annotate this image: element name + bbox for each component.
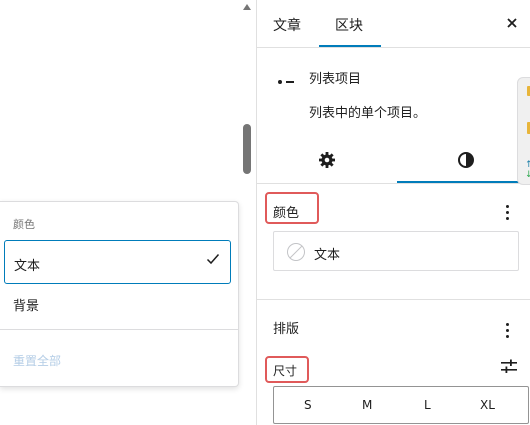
typography-section-label: 排版 (273, 322, 300, 337)
active-tab-indicator (319, 45, 381, 47)
block-card: 列表项目 列表中的单个项目。 (257, 48, 530, 138)
list-item-icon (277, 72, 295, 91)
sidebar-tabs: 文章 区块 (257, 0, 530, 48)
scrollbar-thumb[interactable] (243, 124, 251, 174)
popover-item-text[interactable]: 文本 (4, 240, 231, 284)
size-option-l[interactable]: L (424, 398, 431, 412)
size-option-s[interactable]: S (304, 398, 312, 412)
tab-block[interactable]: 区块 (335, 15, 363, 35)
close-icon[interactable] (505, 15, 519, 34)
settings-sidebar: 文章 区块 列表项目 列表中的单个项目。 颜色 文本 排版 尺寸 S M L X… (256, 0, 530, 425)
settings-style-tabs (257, 138, 530, 184)
popover-heading: 颜色 (13, 218, 35, 231)
divider (0, 329, 238, 330)
styles-icon[interactable] (457, 151, 475, 173)
active-style-tab-indicator (397, 181, 530, 183)
sliders-icon[interactable] (501, 358, 517, 377)
arrow-down-icon: ↓ (525, 170, 530, 180)
popover-item-background[interactable]: 背景 (13, 295, 39, 314)
floating-toolbar-edge: ↑ ↓ (517, 77, 530, 185)
text-color-button[interactable]: 文本 (273, 231, 519, 271)
block-description: 列表中的单个项目。 (309, 106, 427, 121)
font-size-picker: S M L XL (273, 386, 529, 424)
check-icon (205, 251, 221, 271)
editor-canvas: 颜色 文本 背景 重置全部 (0, 0, 256, 425)
more-options-icon[interactable] (506, 205, 510, 223)
no-color-swatch-icon (286, 242, 306, 266)
size-option-m[interactable]: M (362, 398, 372, 412)
highlight-box (265, 192, 319, 224)
text-color-label: 文本 (314, 248, 341, 263)
size-option-xl[interactable]: XL (480, 398, 495, 412)
highlight-box (265, 356, 309, 383)
color-panel: 颜色 文本 (257, 184, 530, 300)
block-title: 列表项目 (309, 72, 362, 87)
scroll-up-arrow[interactable] (243, 4, 251, 10)
gear-icon[interactable] (318, 151, 336, 173)
more-options-icon[interactable] (506, 323, 510, 341)
arrow-up-icon: ↑ (525, 160, 530, 170)
reset-all-button[interactable]: 重置全部 (13, 352, 61, 369)
typography-panel: 排版 尺寸 S M L XL (257, 300, 530, 425)
tab-post[interactable]: 文章 (273, 15, 301, 35)
color-popover: 颜色 文本 背景 重置全部 (0, 201, 239, 387)
popover-item-label: 文本 (14, 259, 41, 274)
